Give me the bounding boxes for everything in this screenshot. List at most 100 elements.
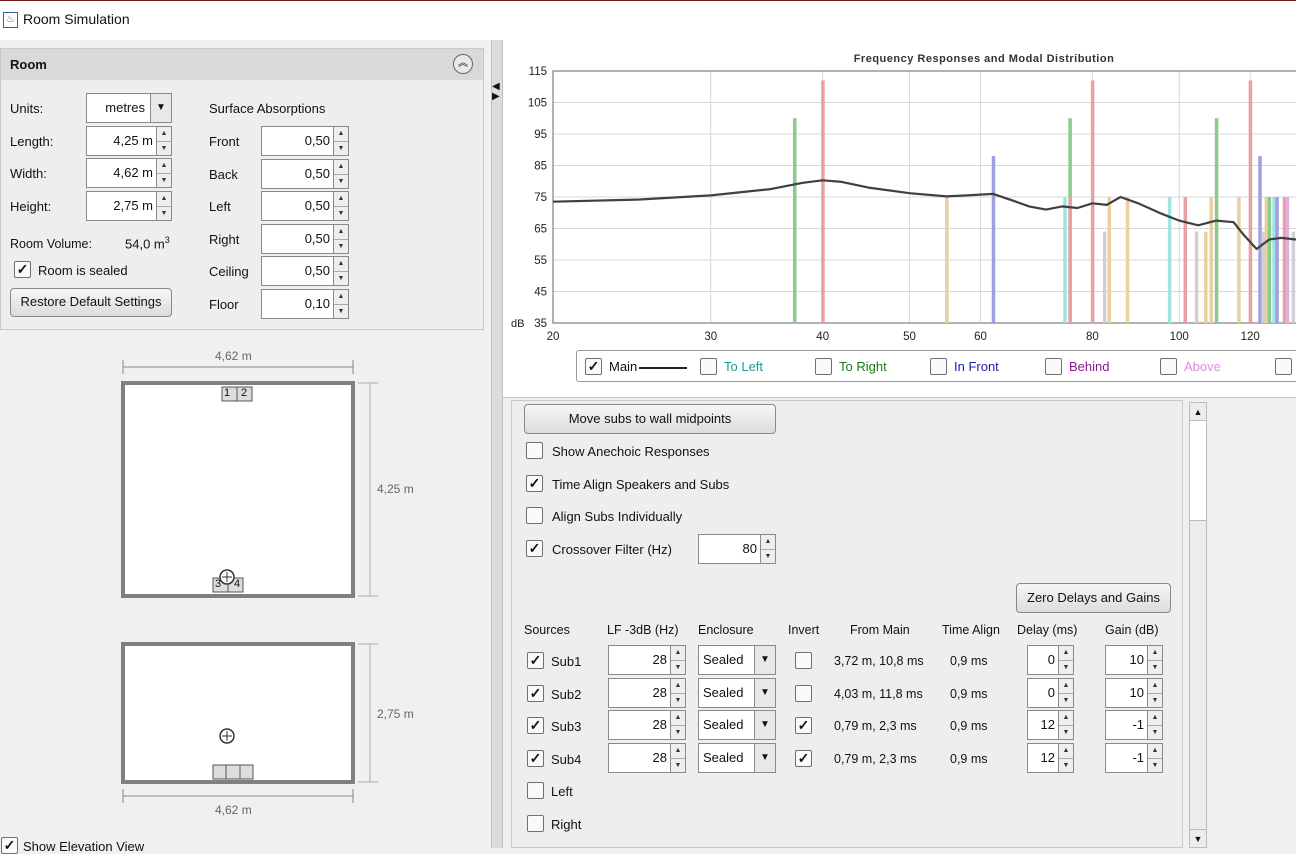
enclosure-select[interactable]: Sealed ▼ [698, 645, 776, 675]
gain-spinner[interactable]: 10 ▲ ▼ [1105, 645, 1163, 675]
scroll-thumb[interactable] [1190, 421, 1206, 521]
surface-1-spinner[interactable]: 0,50 ▲ ▼ [261, 158, 349, 189]
spin-up-icon[interactable]: ▲ [761, 535, 775, 549]
room-sealed-checkbox[interactable]: ✓ [14, 261, 31, 278]
vertical-scrollbar[interactable]: ▲ ▼ [1189, 402, 1207, 848]
sub-elevation-marker[interactable] [239, 764, 254, 780]
source-checkbox[interactable]: ✓ [527, 717, 544, 735]
legend-checkbox[interactable]: ✓ [585, 358, 602, 375]
invert-checkbox[interactable]: ✓ [795, 717, 812, 735]
delay-spinner[interactable]: 12 ▲ ▼ [1027, 742, 1074, 773]
gain-spinner[interactable]: 10 ▲ ▼ [1105, 677, 1163, 708]
spin-down-icon[interactable]: ▼ [1059, 660, 1073, 674]
legend-checkbox[interactable] [815, 358, 832, 375]
spin-down-icon[interactable]: ▼ [1148, 757, 1162, 772]
spin-up-icon[interactable]: ▲ [671, 744, 685, 758]
spin-up-icon[interactable]: ▲ [1059, 744, 1073, 758]
spin-up-icon[interactable]: ▲ [157, 159, 171, 173]
legend-checkbox[interactable] [1045, 358, 1062, 375]
gain-spinner[interactable]: -1 ▲ ▼ [1105, 742, 1163, 773]
spin-down-icon[interactable]: ▼ [334, 304, 348, 318]
move-subs-button[interactable]: Move subs to wall midpoints [524, 404, 776, 434]
zero-delays-button[interactable]: Zero Delays and Gains [1016, 583, 1171, 613]
spin-up-icon[interactable]: ▲ [157, 127, 171, 141]
spin-down-icon[interactable]: ▼ [671, 757, 685, 772]
sub-elevation-marker[interactable] [225, 764, 241, 780]
spin-up-icon[interactable]: ▲ [334, 160, 348, 174]
show-elevation-checkbox[interactable]: ✓ [1, 837, 18, 854]
scroll-down-icon[interactable]: ▼ [1190, 829, 1206, 847]
spin-up-icon[interactable]: ▲ [1148, 646, 1162, 660]
surface-3-spinner[interactable]: 0,50 ▲ ▼ [261, 223, 349, 254]
lf-spinner[interactable]: 28 ▲ ▼ [608, 677, 686, 708]
crossover-spinner[interactable]: 80 ▲ ▼ [698, 534, 776, 564]
expand-left-icon[interactable]: ◀ ▶ [492, 82, 500, 102]
spin-up-icon[interactable]: ▲ [334, 127, 348, 141]
spin-down-icon[interactable]: ▼ [671, 725, 685, 739]
spin-up-icon[interactable]: ▲ [1059, 646, 1073, 660]
listener-icon[interactable] [219, 569, 235, 585]
spin-down-icon[interactable]: ▼ [334, 271, 348, 285]
spin-up-icon[interactable]: ▲ [1148, 744, 1162, 758]
sub-elevation-marker[interactable] [212, 764, 227, 780]
surface-5-spinner[interactable]: 0,10 ▲ ▼ [261, 289, 349, 319]
source-checkbox[interactable] [527, 782, 544, 799]
spin-down-icon[interactable]: ▼ [334, 173, 348, 188]
spin-down-icon[interactable]: ▼ [157, 141, 171, 155]
option-3-checkbox[interactable]: ✓ [526, 540, 543, 558]
invert-checkbox[interactable] [795, 652, 812, 669]
spin-down-icon[interactable]: ▼ [671, 660, 685, 674]
delay-spinner[interactable]: 0 ▲ ▼ [1027, 677, 1074, 708]
invert-checkbox[interactable] [795, 684, 812, 702]
source-checkbox[interactable]: ✓ [527, 652, 544, 669]
delay-spinner[interactable]: 0 ▲ ▼ [1027, 645, 1074, 675]
option-0-checkbox[interactable] [526, 442, 543, 459]
spin-up-icon[interactable]: ▲ [671, 711, 685, 725]
spin-down-icon[interactable]: ▼ [1059, 725, 1073, 739]
split-pane-divider[interactable]: ◀ ▶ [491, 40, 503, 848]
spin-up-icon[interactable]: ▲ [1059, 679, 1073, 693]
source-checkbox[interactable] [527, 814, 544, 832]
spin-up-icon[interactable]: ▲ [334, 257, 348, 271]
spin-down-icon[interactable]: ▼ [1148, 660, 1162, 674]
option-1-checkbox[interactable]: ✓ [526, 474, 543, 492]
spin-down-icon[interactable]: ▼ [334, 238, 348, 253]
surface-4-spinner[interactable]: 0,50 ▲ ▼ [261, 256, 349, 287]
source-checkbox[interactable]: ✓ [527, 749, 544, 767]
enclosure-select[interactable]: Sealed ▼ [698, 677, 776, 708]
spin-up-icon[interactable]: ▲ [671, 679, 685, 693]
spin-down-icon[interactable]: ▼ [157, 173, 171, 187]
source-checkbox[interactable]: ✓ [527, 684, 544, 702]
legend-checkbox[interactable] [930, 358, 947, 375]
width-spinner[interactable]: 4,62 m ▲ ▼ [86, 158, 172, 188]
spin-up-icon[interactable]: ▲ [671, 646, 685, 660]
spin-down-icon[interactable]: ▼ [334, 206, 348, 220]
surface-0-spinner[interactable]: 0,50 ▲ ▼ [261, 126, 349, 156]
gain-spinner[interactable]: -1 ▲ ▼ [1105, 710, 1163, 741]
surface-2-spinner[interactable]: 0,50 ▲ ▼ [261, 191, 349, 222]
spin-up-icon[interactable]: ▲ [1148, 711, 1162, 725]
height-spinner[interactable]: 2,75 m ▲ ▼ [86, 191, 172, 221]
legend-checkbox[interactable] [1160, 358, 1177, 375]
collapse-icon[interactable]: ︽ [453, 54, 473, 74]
spin-up-icon[interactable]: ▲ [1148, 679, 1162, 693]
spin-up-icon[interactable]: ▲ [334, 290, 348, 304]
room-panel-header[interactable]: Room ︽ [1, 49, 483, 80]
enclosure-select[interactable]: Sealed ▼ [698, 710, 776, 741]
spin-down-icon[interactable]: ▼ [761, 549, 775, 563]
spin-down-icon[interactable]: ▼ [1148, 692, 1162, 707]
restore-defaults-button[interactable]: Restore Default Settings [10, 288, 172, 317]
length-spinner[interactable]: 4,25 m ▲ ▼ [86, 126, 172, 156]
spin-down-icon[interactable]: ▼ [1059, 757, 1073, 772]
option-2-checkbox[interactable] [526, 507, 543, 525]
spin-down-icon[interactable]: ▼ [1059, 692, 1073, 707]
spin-down-icon[interactable]: ▼ [157, 206, 171, 220]
spin-up-icon[interactable]: ▲ [1059, 711, 1073, 725]
spin-down-icon[interactable]: ▼ [334, 141, 348, 155]
legend-checkbox[interactable] [700, 358, 717, 375]
listener-elevation-icon[interactable] [219, 728, 235, 744]
enclosure-select[interactable]: Sealed ▼ [698, 742, 776, 773]
legend-checkbox[interactable] [1275, 358, 1292, 375]
lf-spinner[interactable]: 28 ▲ ▼ [608, 645, 686, 675]
spin-up-icon[interactable]: ▲ [334, 192, 348, 206]
